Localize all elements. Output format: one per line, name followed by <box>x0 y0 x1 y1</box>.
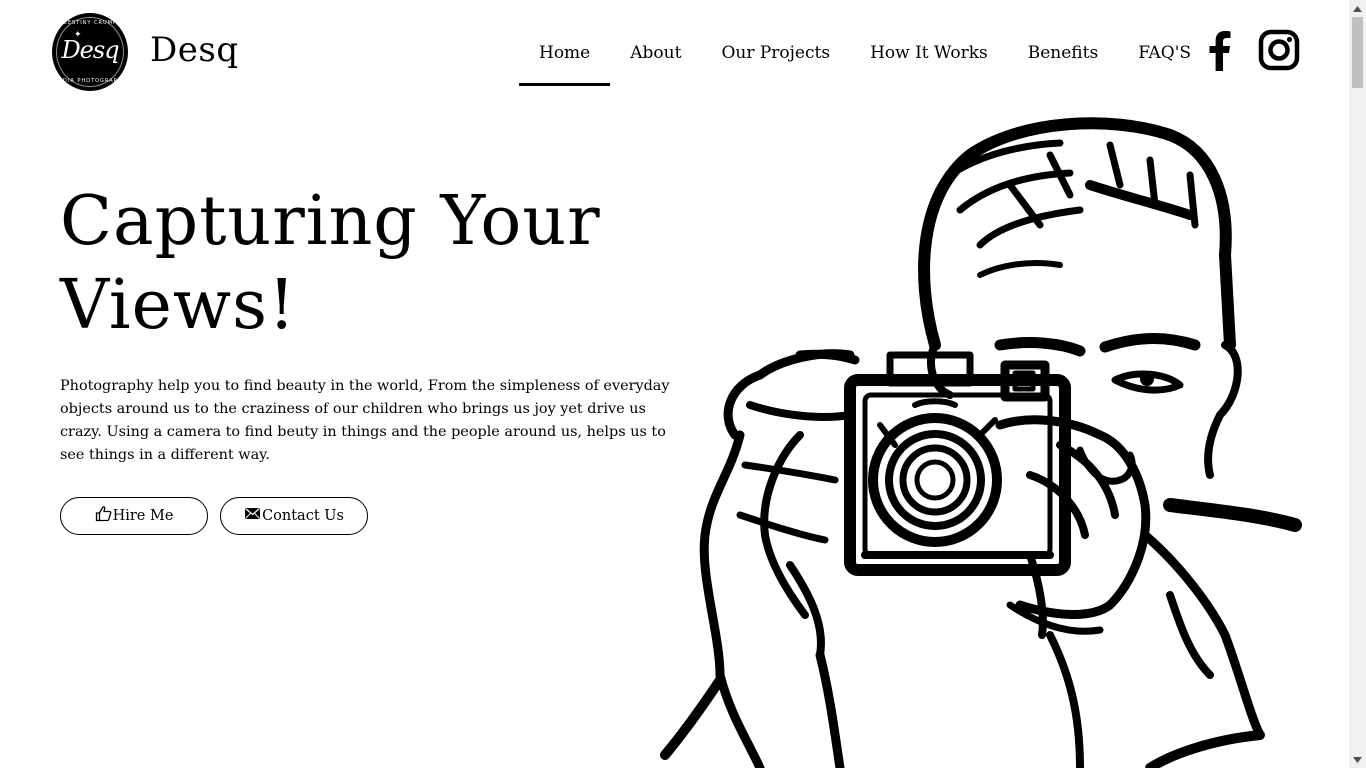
hire-me-label: Hire Me <box>112 508 174 524</box>
nav-faqs[interactable]: FAQ'S <box>1118 36 1211 86</box>
nav-how-it-works[interactable]: How It Works <box>850 36 1008 86</box>
scroll-up-arrow-icon[interactable] <box>1349 0 1366 17</box>
hero-headline-line2: Views! <box>60 266 297 345</box>
logo-monogram: Desq <box>61 36 119 64</box>
hero-headline: Capturing Your Views! <box>60 180 680 348</box>
hero-intro: Photography help you to find beauty in t… <box>60 378 670 463</box>
hire-me-button[interactable]: Hire Me <box>60 497 208 535</box>
contact-us-button[interactable]: Contact Us <box>220 497 368 535</box>
logo-ring-bottom-text: MEDIA PHOTOGRAPHY <box>53 78 127 84</box>
logo-badge[interactable]: DESTINY CRUMP ✦ Desq MEDIA PHOTOGRAPHY <box>52 13 128 91</box>
facebook-icon[interactable] <box>1203 28 1235 72</box>
nav-home[interactable]: Home <box>519 36 611 86</box>
envelope-icon <box>245 507 261 519</box>
logo-ring-top-text: DESTINY CRUMP <box>62 20 118 26</box>
nav-about[interactable]: About <box>610 36 701 86</box>
page: DESTINY CRUMP ✦ Desq MEDIA PHOTOGRAPHY D… <box>0 0 1349 768</box>
scrollbar-thumb[interactable] <box>1352 17 1363 88</box>
main-nav: Home About Our Projects How It Works Ben… <box>519 36 1211 86</box>
contact-us-label: Contact Us <box>262 508 344 524</box>
thumbs-up-icon <box>95 505 111 521</box>
hero-headline-line1: Capturing Your <box>60 182 601 261</box>
nav-benefits[interactable]: Benefits <box>1008 36 1118 86</box>
nav-our-projects[interactable]: Our Projects <box>701 36 850 86</box>
vertical-scrollbar[interactable] <box>1349 0 1366 768</box>
instagram-icon[interactable] <box>1257 28 1301 72</box>
photographer-illustration <box>660 117 1302 768</box>
scroll-down-arrow-icon[interactable] <box>1349 751 1366 768</box>
brand-name[interactable]: Desq <box>150 28 239 72</box>
